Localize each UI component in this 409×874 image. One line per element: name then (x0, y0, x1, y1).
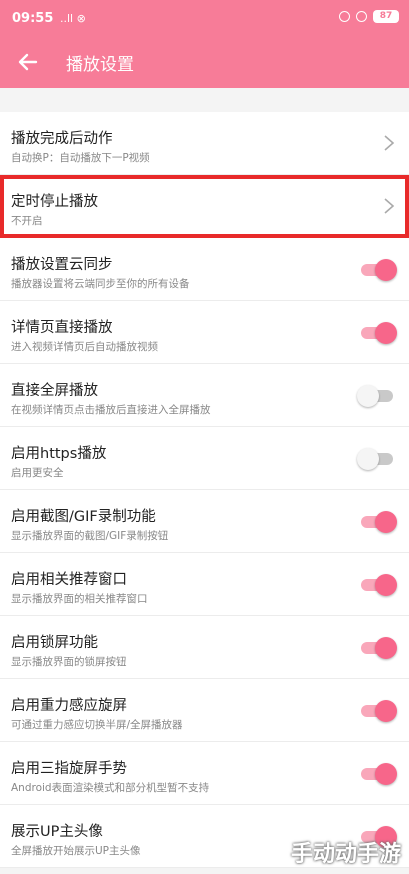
signal-icon: ..ll ⊗ (60, 12, 86, 25)
toggle-knob (357, 385, 379, 407)
setting-row[interactable]: 启用截图/GIF录制功能显示播放界面的截图/GIF录制按钮 (0, 490, 409, 553)
setting-row[interactable]: 详情页直接播放进入视频详情页后自动播放视频 (0, 301, 409, 364)
setting-title: 启用截图/GIF录制功能 (11, 509, 156, 525)
settings-list: 播放完成后动作自动换P：自动播放下一P视频定时停止播放不开启播放设置云同步播放器… (0, 112, 409, 868)
setting-subtitle: 在视频详情页点击播放后直接进入全屏播放 (11, 404, 211, 416)
setting-subtitle: 自动换P：自动播放下一P视频 (11, 152, 150, 164)
toggle-knob (375, 322, 397, 344)
setting-row[interactable]: 定时停止播放 不开启 (0, 175, 409, 238)
setting-row[interactable]: 启用三指旋屏手势 Android表面渲染模式和部分机型暂不支持 (0, 742, 409, 805)
watermark: 手动动手游 (290, 842, 401, 867)
status-time: 09:55 (12, 11, 54, 26)
toggle-switch[interactable] (357, 447, 397, 471)
setting-row[interactable]: 启用https播放启用更安全 (0, 427, 409, 490)
setting-title: 播放完成后动作 (11, 131, 113, 147)
setting-subtitle: Android表面渲染模式和部分机型暂不支持 (11, 782, 210, 794)
toggle-switch[interactable] (357, 762, 397, 786)
toggle-switch[interactable] (357, 510, 397, 534)
toggle-knob (357, 448, 379, 470)
status-icons: 87 (339, 10, 399, 23)
alarm-icon (339, 11, 350, 22)
setting-row[interactable]: 播放设置云同步播放器设置将云端同步至你的所有设备 (0, 238, 409, 301)
setting-subtitle: 显示播放界面的锁屏按钮 (11, 656, 127, 668)
chevron-right-icon (384, 135, 395, 151)
toggle-knob (375, 574, 397, 596)
app-bar: 播放设置 (0, 36, 409, 88)
toggle-switch[interactable] (357, 699, 397, 723)
setting-title: 启用三指旋屏手势 (11, 761, 127, 777)
page-title: 播放设置 (66, 55, 134, 75)
setting-title: 启用锁屏功能 (11, 635, 98, 651)
setting-row[interactable]: 启用相关推荐窗口显示播放界面的相关推荐窗口 (0, 553, 409, 616)
setting-row[interactable]: 启用锁屏功能显示播放界面的锁屏按钮 (0, 616, 409, 679)
setting-title: 直接全屏播放 (11, 383, 98, 399)
battery-icon: 87 (373, 10, 399, 23)
setting-subtitle: 全屏播放开始展示UP主头像 (11, 845, 141, 857)
setting-subtitle: 启用更安全 (11, 467, 64, 479)
setting-subtitle: 进入视频详情页后自动播放视频 (11, 341, 158, 353)
setting-subtitle: 不开启 (11, 215, 43, 227)
setting-title: 启用相关推荐窗口 (11, 572, 127, 588)
setting-title: 展示UP主头像 (11, 824, 103, 840)
toggle-knob (375, 637, 397, 659)
toggle-knob (375, 511, 397, 533)
setting-title: 启用https播放 (11, 446, 107, 462)
setting-row[interactable]: 直接全屏播放在视频详情页点击播放后直接进入全屏播放 (0, 364, 409, 427)
setting-subtitle: 可通过重力感应切换半屏/全屏播放器 (11, 719, 183, 731)
status-bar: 09:55 ..ll ⊗ 87 (0, 0, 409, 36)
setting-row[interactable]: 播放完成后动作自动换P：自动播放下一P视频 (0, 112, 409, 175)
setting-title: 播放设置云同步 (11, 257, 113, 273)
toggle-switch[interactable] (357, 321, 397, 345)
toggle-knob (375, 763, 397, 785)
toggle-knob (375, 259, 397, 281)
toggle-switch[interactable] (357, 258, 397, 282)
setting-subtitle: 显示播放界面的截图/GIF录制按钮 (11, 530, 169, 542)
toggle-knob (375, 700, 397, 722)
location-icon (356, 11, 367, 22)
setting-subtitle: 播放器设置将云端同步至你的所有设备 (11, 278, 190, 290)
toggle-switch[interactable] (357, 384, 397, 408)
toggle-switch[interactable] (357, 636, 397, 660)
setting-title: 定时停止播放 (11, 194, 98, 210)
setting-row[interactable]: 启用重力感应旋屏可通过重力感应切换半屏/全屏播放器 (0, 679, 409, 742)
setting-title: 启用重力感应旋屏 (11, 698, 127, 714)
setting-subtitle: 显示播放界面的相关推荐窗口 (11, 593, 148, 605)
setting-title: 详情页直接播放 (11, 320, 113, 336)
chevron-right-icon (384, 198, 395, 214)
back-arrow-icon[interactable] (16, 50, 40, 74)
toggle-switch[interactable] (357, 573, 397, 597)
